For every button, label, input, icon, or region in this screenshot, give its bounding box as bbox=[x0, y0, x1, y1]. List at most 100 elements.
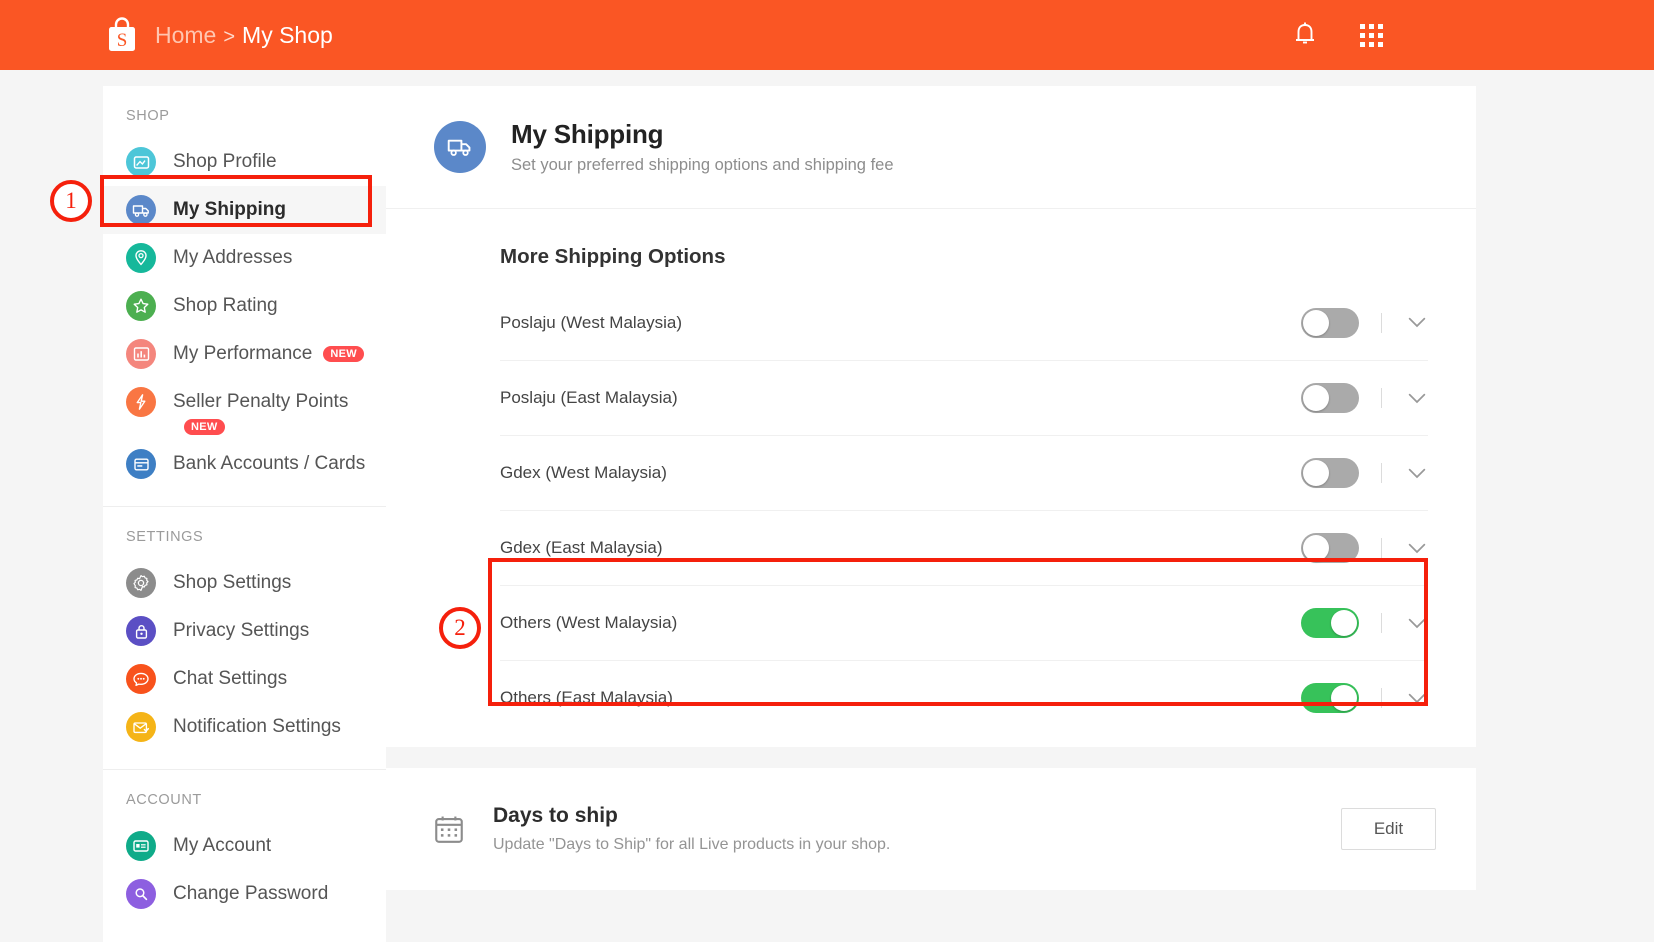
days-to-ship-text: Days to ship Update "Days to Ship" for a… bbox=[493, 804, 1341, 854]
shipping-options-body: More Shipping Options Poslaju (West Mala… bbox=[386, 209, 1476, 747]
shipping-option-label: Poslaju (West Malaysia) bbox=[500, 313, 1301, 333]
chevron-down-icon[interactable] bbox=[1406, 387, 1428, 409]
page-body: SHOP Shop Profile My Shipping My Address… bbox=[0, 70, 1654, 929]
chevron-down-icon[interactable] bbox=[1406, 462, 1428, 484]
gear-icon bbox=[126, 568, 156, 598]
location-pin-icon bbox=[126, 243, 156, 273]
top-bar-actions bbox=[1277, 0, 1654, 70]
shipping-option-row: Gdex (East Malaysia) bbox=[500, 510, 1428, 585]
new-badge-wrapper: NEW bbox=[126, 418, 376, 436]
truck-icon bbox=[126, 195, 156, 225]
sidebar-item-my-addresses[interactable]: My Addresses bbox=[103, 234, 386, 282]
sidebar-item-label: Privacy Settings bbox=[173, 620, 309, 642]
sidebar-item-label: My Addresses bbox=[173, 247, 292, 269]
sidebar-item-my-performance[interactable]: My Performance NEW bbox=[103, 330, 386, 378]
id-card-icon bbox=[126, 831, 156, 861]
sidebar-item-shop-rating[interactable]: Shop Rating bbox=[103, 282, 386, 330]
days-to-ship-card: Days to ship Update "Days to Ship" for a… bbox=[386, 768, 1476, 890]
shipping-option-row: Poslaju (West Malaysia) bbox=[500, 285, 1428, 360]
annotation-marker-1: 1 bbox=[50, 180, 92, 222]
sidebar-item-label: Seller Penalty Points bbox=[173, 391, 348, 413]
breadcrumb-separator: > bbox=[223, 26, 235, 49]
sidebar-item-my-shipping[interactable]: My Shipping bbox=[103, 186, 386, 234]
sidebar-item-seller-penalty-points[interactable]: Seller Penalty Points NEW bbox=[103, 378, 386, 440]
row-divider bbox=[1381, 313, 1382, 333]
sidebar-item-shop-settings[interactable]: Shop Settings bbox=[103, 559, 386, 607]
chevron-down-icon[interactable] bbox=[1406, 612, 1428, 634]
shipping-option-toggle[interactable] bbox=[1301, 683, 1359, 713]
sidebar-group-settings: SETTINGS Shop Settings Privacy Settings … bbox=[103, 506, 386, 769]
row-divider bbox=[1381, 613, 1382, 633]
sidebar-group-title: SETTINGS bbox=[103, 529, 386, 545]
shipping-option-row: Others (East Malaysia) bbox=[500, 660, 1428, 735]
sidebar-item-my-account[interactable]: My Account bbox=[103, 822, 386, 870]
sidebar-item-label: My Account bbox=[173, 835, 271, 857]
new-badge: NEW bbox=[184, 419, 225, 436]
shipping-option-toggle[interactable] bbox=[1301, 383, 1359, 413]
top-bar: S Home > My Shop bbox=[0, 0, 1654, 70]
sidebar-item-bank-accounts-cards[interactable]: Bank Accounts / Cards bbox=[103, 440, 386, 488]
page-title: My Shipping bbox=[511, 119, 894, 150]
toggle-knob bbox=[1303, 385, 1329, 411]
breadcrumb-current: My Shop bbox=[242, 22, 333, 49]
apps-grid-button[interactable] bbox=[1343, 7, 1399, 63]
annotation-marker-2: 2 bbox=[439, 607, 481, 649]
shipping-option-toggle[interactable] bbox=[1301, 533, 1359, 563]
chevron-down-icon[interactable] bbox=[1406, 312, 1428, 334]
sidebar-item-label: Change Password bbox=[173, 883, 328, 905]
lightning-bolt-icon bbox=[126, 387, 156, 417]
sidebar-item-privacy-settings[interactable]: Privacy Settings bbox=[103, 607, 386, 655]
sidebar-item-label: My Shipping bbox=[173, 199, 286, 221]
bar-chart-icon bbox=[126, 339, 156, 369]
sidebar-group-shop: SHOP Shop Profile My Shipping My Address… bbox=[103, 86, 386, 506]
breadcrumb: Home > My Shop bbox=[155, 22, 333, 49]
row-divider bbox=[1381, 688, 1382, 708]
shipping-option-row: Others (West Malaysia) bbox=[500, 585, 1428, 660]
sidebar-item-label: Bank Accounts / Cards bbox=[173, 453, 365, 475]
toggle-knob bbox=[1331, 610, 1357, 636]
shipping-option-label: Gdex (East Malaysia) bbox=[500, 538, 1301, 558]
new-badge: NEW bbox=[323, 346, 364, 363]
key-search-icon bbox=[126, 879, 156, 909]
shipping-option-toggle[interactable] bbox=[1301, 308, 1359, 338]
toggle-knob bbox=[1331, 685, 1357, 711]
calendar-icon bbox=[432, 812, 466, 846]
bell-icon bbox=[1292, 21, 1318, 49]
shipping-option-row: Poslaju (East Malaysia) bbox=[500, 360, 1428, 435]
sidebar-item-label: Shop Rating bbox=[173, 295, 278, 317]
chevron-down-icon[interactable] bbox=[1406, 687, 1428, 709]
sidebar-item-label: Shop Settings bbox=[173, 572, 291, 594]
grid-apps-icon bbox=[1360, 24, 1383, 47]
chat-bubble-icon bbox=[126, 664, 156, 694]
sidebar-item-notification-settings[interactable]: Notification Settings bbox=[103, 703, 386, 751]
edit-button[interactable]: Edit bbox=[1341, 808, 1436, 850]
row-divider bbox=[1381, 463, 1382, 483]
lock-icon bbox=[126, 616, 156, 646]
breadcrumb-home[interactable]: Home bbox=[155, 22, 216, 49]
envelope-icon bbox=[126, 712, 156, 742]
sidebar-item-chat-settings[interactable]: Chat Settings bbox=[103, 655, 386, 703]
shop-profile-icon bbox=[126, 147, 156, 177]
main-content: My Shipping Set your preferred shipping … bbox=[386, 86, 1476, 890]
days-to-ship-subtitle: Update "Days to Ship" for all Live produ… bbox=[493, 836, 1341, 854]
toggle-knob bbox=[1303, 460, 1329, 486]
shipping-option-label: Others (West Malaysia) bbox=[500, 613, 1301, 633]
svg-text:S: S bbox=[117, 30, 128, 51]
row-divider bbox=[1381, 388, 1382, 408]
shipping-option-toggle[interactable] bbox=[1301, 608, 1359, 638]
star-icon bbox=[126, 291, 156, 321]
shipping-option-row: Gdex (West Malaysia) bbox=[500, 435, 1428, 510]
sidebar-item-shop-profile[interactable]: Shop Profile bbox=[103, 138, 386, 186]
brand[interactable]: S Home > My Shop bbox=[105, 17, 333, 53]
shipping-option-label: Others (East Malaysia) bbox=[500, 688, 1301, 708]
shipping-option-label: Poslaju (East Malaysia) bbox=[500, 388, 1301, 408]
sidebar-item-change-password[interactable]: Change Password bbox=[103, 870, 386, 918]
shipping-card-header: My Shipping Set your preferred shipping … bbox=[386, 86, 1476, 209]
toggle-knob bbox=[1303, 535, 1329, 561]
shipping-option-toggle[interactable] bbox=[1301, 458, 1359, 488]
notification-bell-button[interactable] bbox=[1277, 7, 1333, 63]
shopee-bag-icon: S bbox=[105, 17, 139, 53]
chevron-down-icon[interactable] bbox=[1406, 537, 1428, 559]
sidebar-group-account: ACCOUNT My Account Change Password bbox=[103, 769, 386, 936]
sidebar: SHOP Shop Profile My Shipping My Address… bbox=[103, 86, 386, 942]
